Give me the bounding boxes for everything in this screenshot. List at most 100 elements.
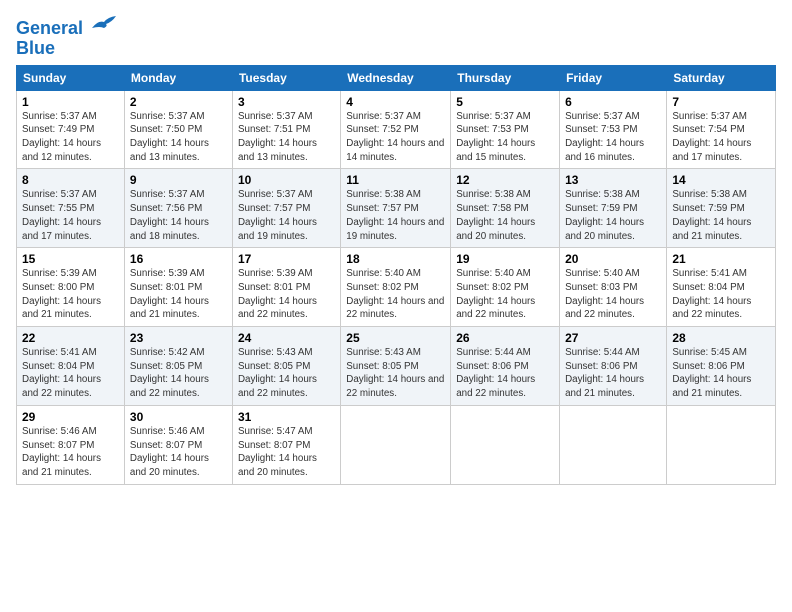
day-info: Sunrise: 5:46 AMSunset: 8:07 PMDaylight:… [130,425,227,480]
logo-text: General [16,12,118,39]
calendar-cell: 22Sunrise: 5:41 AMSunset: 8:04 PMDayligh… [17,327,125,406]
day-info: Sunrise: 5:42 AMSunset: 8:05 PMDaylight:… [130,346,227,401]
day-info: Sunrise: 5:41 AMSunset: 8:04 PMDaylight:… [22,346,119,401]
day-info: Sunrise: 5:44 AMSunset: 8:06 PMDaylight:… [565,346,661,401]
header: General Blue [16,12,776,59]
calendar-cell: 12Sunrise: 5:38 AMSunset: 7:58 PMDayligh… [451,169,560,248]
day-info: Sunrise: 5:37 AMSunset: 7:55 PMDaylight:… [22,188,119,243]
calendar-cell: 27Sunrise: 5:44 AMSunset: 8:06 PMDayligh… [560,327,667,406]
day-number: 22 [22,331,119,345]
day-info: Sunrise: 5:43 AMSunset: 8:05 PMDaylight:… [238,346,335,401]
day-number: 3 [238,95,335,109]
calendar-cell: 13Sunrise: 5:38 AMSunset: 7:59 PMDayligh… [560,169,667,248]
day-number: 26 [456,331,554,345]
calendar-cell: 14Sunrise: 5:38 AMSunset: 7:59 PMDayligh… [667,169,776,248]
calendar-cell: 1Sunrise: 5:37 AMSunset: 7:49 PMDaylight… [17,90,125,169]
logo-blue: Blue [16,39,118,59]
calendar-cell: 6Sunrise: 5:37 AMSunset: 7:53 PMDaylight… [560,90,667,169]
calendar-cell: 10Sunrise: 5:37 AMSunset: 7:57 PMDayligh… [232,169,340,248]
day-number: 8 [22,173,119,187]
calendar-cell: 16Sunrise: 5:39 AMSunset: 8:01 PMDayligh… [124,248,232,327]
calendar-cell: 30Sunrise: 5:46 AMSunset: 8:07 PMDayligh… [124,405,232,484]
day-number: 4 [346,95,445,109]
day-info: Sunrise: 5:41 AMSunset: 8:04 PMDaylight:… [672,267,770,322]
day-number: 27 [565,331,661,345]
calendar-cell: 24Sunrise: 5:43 AMSunset: 8:05 PMDayligh… [232,327,340,406]
day-info: Sunrise: 5:37 AMSunset: 7:53 PMDaylight:… [456,110,554,165]
day-number: 21 [672,252,770,266]
calendar-week-1: 8Sunrise: 5:37 AMSunset: 7:55 PMDaylight… [17,169,776,248]
calendar-cell: 9Sunrise: 5:37 AMSunset: 7:56 PMDaylight… [124,169,232,248]
day-number: 16 [130,252,227,266]
calendar-cell [560,405,667,484]
calendar-cell: 20Sunrise: 5:40 AMSunset: 8:03 PMDayligh… [560,248,667,327]
calendar-week-3: 22Sunrise: 5:41 AMSunset: 8:04 PMDayligh… [17,327,776,406]
calendar-cell [341,405,451,484]
day-info: Sunrise: 5:37 AMSunset: 7:50 PMDaylight:… [130,110,227,165]
day-number: 9 [130,173,227,187]
calendar-cell [451,405,560,484]
day-number: 30 [130,410,227,424]
calendar-cell: 19Sunrise: 5:40 AMSunset: 8:02 PMDayligh… [451,248,560,327]
day-number: 14 [672,173,770,187]
day-info: Sunrise: 5:38 AMSunset: 7:57 PMDaylight:… [346,188,445,243]
calendar-cell: 31Sunrise: 5:47 AMSunset: 8:07 PMDayligh… [232,405,340,484]
calendar-cell: 5Sunrise: 5:37 AMSunset: 7:53 PMDaylight… [451,90,560,169]
day-number: 25 [346,331,445,345]
day-number: 15 [22,252,119,266]
calendar-cell: 26Sunrise: 5:44 AMSunset: 8:06 PMDayligh… [451,327,560,406]
day-number: 6 [565,95,661,109]
day-number: 1 [22,95,119,109]
calendar-cell: 18Sunrise: 5:40 AMSunset: 8:02 PMDayligh… [341,248,451,327]
calendar-week-2: 15Sunrise: 5:39 AMSunset: 8:00 PMDayligh… [17,248,776,327]
day-info: Sunrise: 5:38 AMSunset: 7:59 PMDaylight:… [565,188,661,243]
day-info: Sunrise: 5:40 AMSunset: 8:02 PMDaylight:… [346,267,445,322]
day-info: Sunrise: 5:39 AMSunset: 8:00 PMDaylight:… [22,267,119,322]
calendar-cell: 17Sunrise: 5:39 AMSunset: 8:01 PMDayligh… [232,248,340,327]
day-info: Sunrise: 5:40 AMSunset: 8:03 PMDaylight:… [565,267,661,322]
day-info: Sunrise: 5:37 AMSunset: 7:54 PMDaylight:… [672,110,770,165]
page: General Blue SundayMondayTuesdayWednesda… [0,0,792,612]
calendar-cell: 21Sunrise: 5:41 AMSunset: 8:04 PMDayligh… [667,248,776,327]
day-number: 13 [565,173,661,187]
calendar-cell [667,405,776,484]
day-info: Sunrise: 5:38 AMSunset: 7:58 PMDaylight:… [456,188,554,243]
calendar-cell: 25Sunrise: 5:43 AMSunset: 8:05 PMDayligh… [341,327,451,406]
calendar: SundayMondayTuesdayWednesdayThursdayFrid… [16,65,776,485]
calendar-header-sunday: Sunday [17,65,125,90]
day-info: Sunrise: 5:37 AMSunset: 7:57 PMDaylight:… [238,188,335,243]
calendar-cell: 23Sunrise: 5:42 AMSunset: 8:05 PMDayligh… [124,327,232,406]
calendar-header-tuesday: Tuesday [232,65,340,90]
day-info: Sunrise: 5:37 AMSunset: 7:49 PMDaylight:… [22,110,119,165]
day-number: 24 [238,331,335,345]
calendar-cell: 8Sunrise: 5:37 AMSunset: 7:55 PMDaylight… [17,169,125,248]
day-info: Sunrise: 5:37 AMSunset: 7:56 PMDaylight:… [130,188,227,243]
day-info: Sunrise: 5:44 AMSunset: 8:06 PMDaylight:… [456,346,554,401]
day-number: 28 [672,331,770,345]
day-number: 23 [130,331,227,345]
day-info: Sunrise: 5:37 AMSunset: 7:52 PMDaylight:… [346,110,445,165]
calendar-header-saturday: Saturday [667,65,776,90]
day-number: 12 [456,173,554,187]
day-info: Sunrise: 5:45 AMSunset: 8:06 PMDaylight:… [672,346,770,401]
calendar-cell: 28Sunrise: 5:45 AMSunset: 8:06 PMDayligh… [667,327,776,406]
day-info: Sunrise: 5:40 AMSunset: 8:02 PMDaylight:… [456,267,554,322]
day-number: 20 [565,252,661,266]
day-info: Sunrise: 5:37 AMSunset: 7:53 PMDaylight:… [565,110,661,165]
calendar-week-4: 29Sunrise: 5:46 AMSunset: 8:07 PMDayligh… [17,405,776,484]
day-info: Sunrise: 5:47 AMSunset: 8:07 PMDaylight:… [238,425,335,480]
day-info: Sunrise: 5:46 AMSunset: 8:07 PMDaylight:… [22,425,119,480]
day-number: 29 [22,410,119,424]
day-number: 17 [238,252,335,266]
calendar-cell: 4Sunrise: 5:37 AMSunset: 7:52 PMDaylight… [341,90,451,169]
calendar-cell: 7Sunrise: 5:37 AMSunset: 7:54 PMDaylight… [667,90,776,169]
day-info: Sunrise: 5:39 AMSunset: 8:01 PMDaylight:… [130,267,227,322]
day-info: Sunrise: 5:43 AMSunset: 8:05 PMDaylight:… [346,346,445,401]
day-number: 10 [238,173,335,187]
day-info: Sunrise: 5:38 AMSunset: 7:59 PMDaylight:… [672,188,770,243]
calendar-header-monday: Monday [124,65,232,90]
calendar-cell: 11Sunrise: 5:38 AMSunset: 7:57 PMDayligh… [341,169,451,248]
logo-bird-icon [90,12,118,34]
day-number: 5 [456,95,554,109]
day-number: 7 [672,95,770,109]
